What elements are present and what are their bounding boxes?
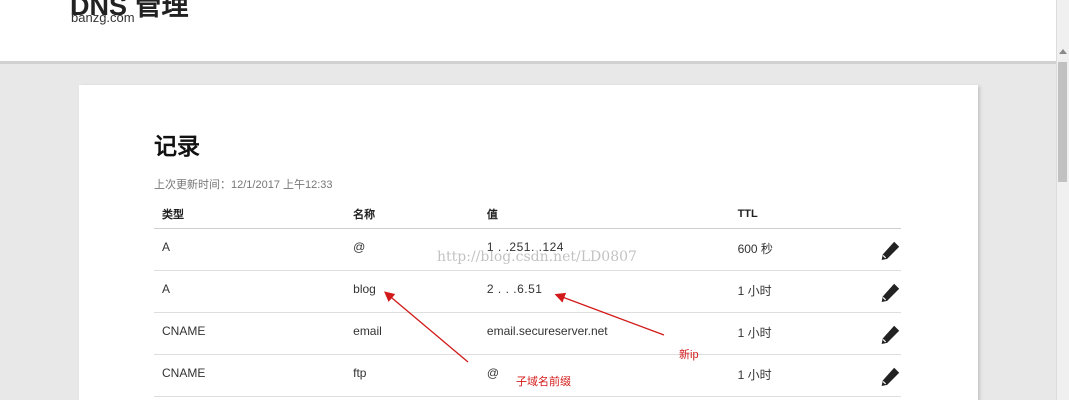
- table-header-row: 类型 名称 值 TTL: [154, 199, 901, 229]
- record-ttl: 1 小时: [729, 312, 841, 355]
- edit-cell: [840, 354, 901, 397]
- scrollbar-thumb[interactable]: [1058, 62, 1067, 182]
- column-header-name[interactable]: 名称: [345, 199, 479, 229]
- pencil-icon[interactable]: [879, 366, 901, 388]
- top-header: DNS 管理 banzg.com: [0, 0, 1056, 64]
- scroll-up-arrow-icon[interactable]: [1059, 49, 1067, 54]
- column-header-type[interactable]: 类型: [154, 199, 346, 229]
- records-heading: 记录: [154, 133, 200, 159]
- edit-cell: [840, 312, 901, 355]
- column-header-actions: [840, 199, 901, 229]
- vertical-scrollbar[interactable]: [1056, 0, 1069, 400]
- annotation-subdomain-prefix: 子域名前缀: [516, 376, 571, 388]
- record-name: blog: [345, 270, 479, 313]
- watermark: http://blog.csdn.net/LD0807: [437, 249, 637, 265]
- pencil-icon[interactable]: [879, 240, 901, 262]
- last-updated-text: 上次更新时间：12/1/2017 上午12:33: [154, 179, 333, 191]
- annotation-new-ip: 新ip: [679, 349, 699, 361]
- record-name: email: [345, 312, 479, 355]
- record-ttl: 600 秒: [729, 228, 841, 271]
- table-row: CNAME email email.secureserver.net 1 小时: [154, 312, 901, 355]
- record-type: A: [154, 270, 346, 313]
- record-value: 2 . . .6.51: [478, 270, 730, 313]
- page: DNS 管理 banzg.com 记录 上次更新时间：12/1/2017 上午1…: [0, 0, 1069, 400]
- column-header-ttl[interactable]: TTL: [729, 199, 841, 229]
- record-name: ftp: [345, 354, 479, 397]
- edit-cell: [840, 270, 901, 313]
- pencil-icon[interactable]: [879, 324, 901, 346]
- record-type: A: [154, 228, 346, 271]
- domain-name: banzg.com: [71, 10, 135, 25]
- dns-records-table: 类型 名称 值 TTL A @ 1 . .251. .124 600 秒 A b…: [154, 199, 901, 397]
- table-row: A blog 2 . . .6.51 1 小时: [154, 270, 901, 313]
- record-type: CNAME: [154, 312, 346, 355]
- record-type: CNAME: [154, 354, 346, 397]
- edit-cell: [840, 228, 901, 271]
- record-ttl: 1 小时: [729, 270, 841, 313]
- column-header-value[interactable]: 值: [478, 199, 730, 229]
- pencil-icon[interactable]: [879, 282, 901, 304]
- record-ttl: 1 小时: [729, 354, 841, 397]
